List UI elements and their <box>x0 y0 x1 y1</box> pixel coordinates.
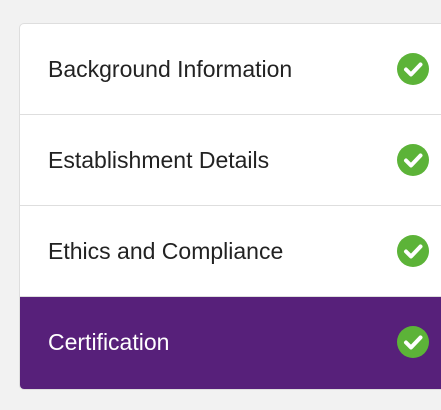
step-ethics-and-compliance[interactable]: Ethics and Compliance <box>20 206 441 297</box>
check-circle-icon <box>397 326 429 358</box>
check-circle-icon <box>397 235 429 267</box>
step-label: Certification <box>48 329 170 355</box>
step-establishment-details[interactable]: Establishment Details <box>20 115 441 206</box>
check-circle-icon <box>397 144 429 176</box>
step-background-information[interactable]: Background Information <box>20 24 441 115</box>
step-label: Ethics and Compliance <box>48 238 284 264</box>
step-label: Background Information <box>48 56 293 82</box>
step-label: Establishment Details <box>48 147 270 173</box>
step-certification[interactable]: Certification <box>20 297 441 389</box>
step-navigation: Background Information Establishment Det… <box>19 23 441 390</box>
check-circle-icon <box>397 53 429 85</box>
